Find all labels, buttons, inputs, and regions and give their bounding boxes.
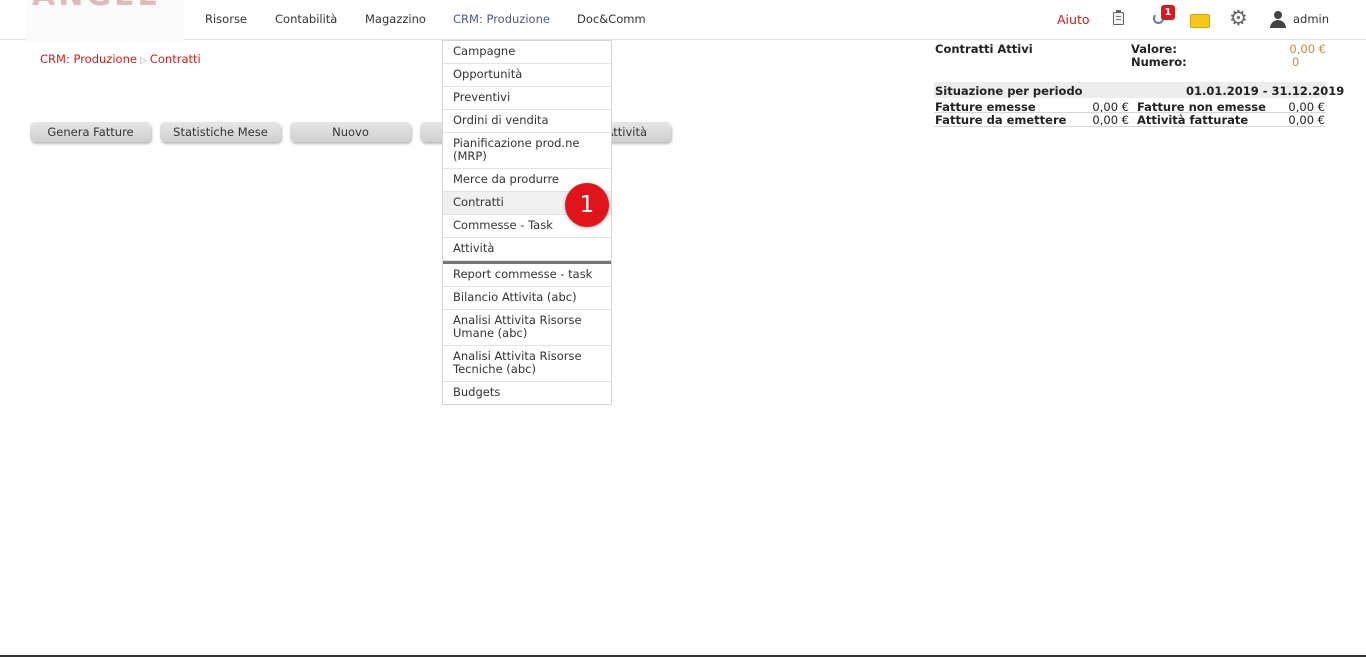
- nav-magazzino[interactable]: Magazzino: [365, 12, 426, 26]
- menu-item-opportunita[interactable]: Opportunità: [443, 64, 611, 87]
- step-marker: 1: [565, 183, 609, 227]
- menu-item-budgets[interactable]: Budgets: [443, 382, 611, 404]
- period-range: 01.01.2019 - 31.12.2019: [1186, 84, 1345, 98]
- nav-risorse[interactable]: Risorse: [205, 12, 247, 26]
- breadcrumb-section[interactable]: CRM: Produzione: [40, 52, 137, 66]
- clipboard-icon[interactable]: [1113, 10, 1124, 25]
- contratti-attivi-title: Contratti Attivi: [935, 42, 1033, 56]
- period-label: Situazione per periodo: [935, 84, 1083, 98]
- nuovo-button[interactable]: Nuovo: [290, 122, 411, 142]
- valore-amount: 0,00 €: [1289, 42, 1326, 56]
- logo-mark: ANGEL: [32, 0, 160, 13]
- valore-label: Valore:: [1131, 42, 1177, 56]
- menu-item-campagne[interactable]: Campagne: [443, 41, 611, 64]
- menu-item-analisi-risorse-umane[interactable]: Analisi Attivita Risorse Umane (abc): [443, 310, 611, 346]
- fatture-da-emettere-value: 0,00 €: [1092, 113, 1129, 127]
- numero-label: Numero:: [1131, 55, 1187, 69]
- user-icon[interactable]: [1270, 11, 1286, 28]
- breadcrumb-page[interactable]: Contratti: [150, 52, 201, 66]
- user-name[interactable]: admin: [1293, 12, 1329, 26]
- menu-item-pianificazione-mrp[interactable]: Pianificazione prod.ne (MRP): [443, 133, 611, 169]
- nav-crm-produzione[interactable]: CRM: Produzione: [453, 12, 550, 26]
- nav-contabilita[interactable]: Contabilità: [275, 12, 337, 26]
- numero-count: 0: [1292, 55, 1300, 69]
- breadcrumb: CRM: Produzione ▷ Contratti: [40, 52, 201, 66]
- genera-fatture-button[interactable]: Genera Fatture: [30, 122, 151, 142]
- menu-item-bilancio-attivita[interactable]: Bilancio Attivita (abc): [443, 287, 611, 310]
- notification-badge[interactable]: 1: [1161, 5, 1175, 20]
- attivita-fatturate-label: Attività fatturate: [1137, 113, 1249, 127]
- menu-item-report-commesse-task[interactable]: Report commesse - task: [443, 264, 611, 287]
- fatture-da-emettere-label: Fatture da emettere: [935, 113, 1067, 127]
- row-divider: [934, 126, 1326, 127]
- nav-doc-comm[interactable]: Doc&Comm: [577, 12, 646, 26]
- gear-icon[interactable]: ⚙: [1229, 8, 1248, 29]
- help-link[interactable]: Aiuto: [1057, 12, 1090, 27]
- mail-icon[interactable]: [1190, 14, 1210, 28]
- logo[interactable]: ANGEL: [26, 0, 184, 42]
- menu-item-preventivi[interactable]: Preventivi: [443, 87, 611, 110]
- breadcrumb-separator: ▷: [139, 56, 147, 66]
- menu-item-attivita[interactable]: Attività: [443, 238, 611, 261]
- attivita-fatturate-value: 0,00 €: [1288, 113, 1325, 127]
- menu-item-analisi-risorse-tecniche[interactable]: Analisi Attivita Risorse Tecniche (abc): [443, 346, 611, 382]
- statistiche-mese-button[interactable]: Statistiche Mese: [160, 122, 281, 142]
- menu-item-ordini-di-vendita[interactable]: Ordini di vendita: [443, 110, 611, 133]
